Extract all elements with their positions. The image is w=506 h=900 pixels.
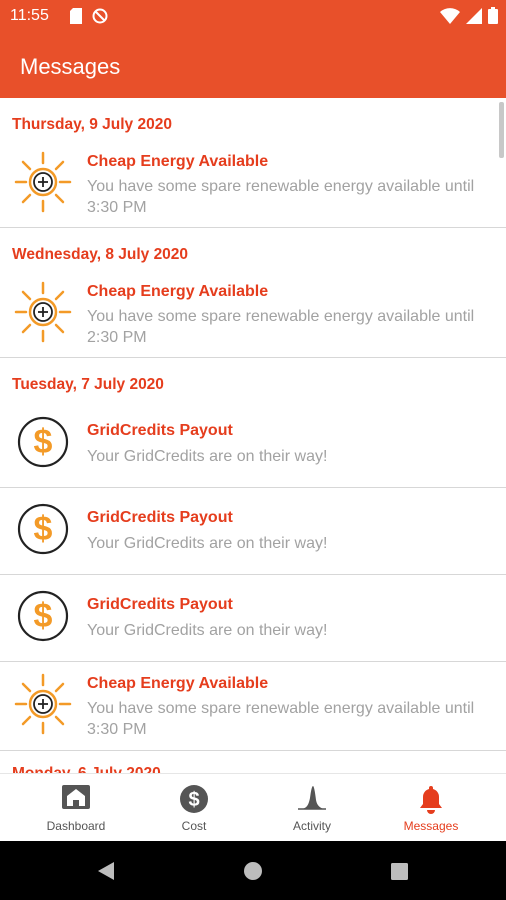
bell-icon	[420, 786, 442, 814]
dollar-coin-icon: $	[180, 785, 208, 813]
message-title: GridCredits Payout	[87, 596, 233, 613]
back-icon[interactable]	[96, 861, 116, 881]
signal-icon	[466, 7, 482, 24]
message-title: Cheap Energy Available	[87, 283, 269, 300]
app-bar: Messages	[0, 32, 506, 98]
bottom-nav: Dashboard $ Cost Activity Messages	[0, 773, 506, 842]
message-item[interactable]: $ GridCredits Payout Your GridCredits ar…	[0, 401, 506, 488]
nav-label: Activity	[292, 819, 331, 833]
message-body: Your GridCredits are on their way!	[87, 535, 328, 552]
page-title: Messages	[20, 54, 121, 79]
message-title: Cheap Energy Available	[87, 153, 269, 170]
svg-text:$: $	[188, 789, 199, 811]
dollar-icon: $	[17, 503, 69, 555]
date-header: Tuesday, 7 July 2020	[12, 376, 164, 393]
status-time: 11:55	[10, 7, 49, 24]
date-header: Thursday, 9 July 2020	[12, 116, 172, 133]
message-body: Your GridCredits are on their way!	[87, 448, 328, 465]
message-item[interactable]: Cheap Energy Available You have some spa…	[0, 141, 506, 228]
message-item[interactable]: Cheap Energy Available You have some spa…	[0, 662, 506, 751]
nav-label: Dashboard	[46, 819, 106, 833]
message-title: GridCredits Payout	[87, 509, 233, 526]
date-header: Monday, 6 July 2020	[0, 765, 161, 773]
message-body: You have some spare renewable energy ava…	[87, 308, 475, 346]
nav-messages[interactable]: Messages	[368, 774, 494, 842]
message-item[interactable]: Cheap Energy Available You have some spa…	[0, 271, 506, 358]
overview-icon[interactable]	[391, 863, 408, 880]
system-nav-bar	[0, 841, 506, 900]
dollar-icon: $	[17, 590, 69, 642]
home-icon[interactable]	[244, 862, 262, 880]
wifi-icon	[440, 7, 460, 24]
message-item[interactable]: $ GridCredits Payout Your GridCredits ar…	[0, 488, 506, 575]
message-item[interactable]: $ GridCredits Payout Your GridCredits ar…	[0, 575, 506, 662]
scrollbar[interactable]	[499, 102, 504, 158]
message-body: You have some spare renewable energy ava…	[87, 700, 475, 738]
status-bar: 11:55	[0, 0, 506, 32]
svg-text:$: $	[34, 423, 53, 461]
message-body: You have some spare renewable energy ava…	[87, 178, 475, 216]
nav-label: Messages	[403, 819, 459, 833]
message-title: Cheap Energy Available	[87, 675, 269, 692]
nav-dashboard[interactable]: Dashboard	[13, 774, 139, 842]
date-header: Wednesday, 8 July 2020	[12, 246, 189, 263]
nav-cost[interactable]: $ Cost	[131, 774, 257, 842]
dollar-icon: $	[17, 416, 69, 468]
sun-plus-icon	[14, 673, 72, 735]
battery-icon	[488, 7, 498, 24]
nav-activity[interactable]: Activity	[249, 774, 375, 842]
sun-plus-icon	[14, 151, 72, 213]
message-list[interactable]: Thursday, 9 July 2020 Cheap Energy Avail…	[0, 98, 506, 773]
svg-text:$: $	[34, 510, 53, 548]
house-icon	[62, 785, 90, 809]
message-title: GridCredits Payout	[87, 422, 233, 439]
sd-card-icon	[70, 8, 82, 24]
svg-text:$: $	[34, 597, 53, 635]
sun-plus-icon	[14, 281, 72, 343]
do-not-disturb-icon	[92, 8, 108, 24]
chart-peak-icon	[298, 786, 326, 810]
message-body: Your GridCredits are on their way!	[87, 622, 328, 639]
nav-label: Cost	[181, 819, 207, 833]
